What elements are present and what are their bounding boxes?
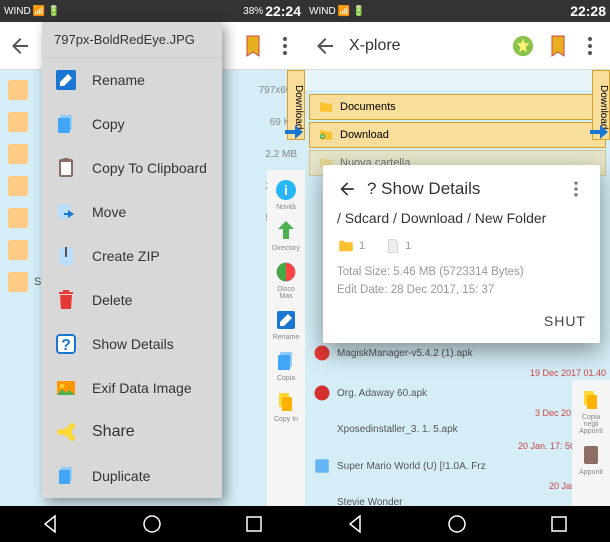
sidebar-item[interactable]: Disco Mas: [270, 260, 302, 300]
sidebar-item[interactable]: Directory: [270, 219, 302, 252]
context-menu: 797px-BoldRedEye.JPG Rename Copy Copy To…: [42, 22, 222, 498]
folder-row[interactable]: Documents: [309, 94, 606, 120]
menu-label: Copy: [92, 116, 125, 132]
file-row[interactable]: Org. Adaway 60.apk: [309, 378, 606, 408]
sidebar-item[interactable]: Copia negli Appunti: [575, 388, 607, 435]
menu-label: Copy To Clipboard: [92, 160, 207, 176]
info-icon: ?: [54, 332, 78, 356]
delete-icon: [54, 288, 78, 312]
menu-item-rename[interactable]: Rename: [42, 58, 222, 102]
status-time: 22:24: [265, 3, 301, 19]
left-screenshot: WIND 📶 🔋 38% 22:24 797px-BoldRedEye.JPG …: [0, 0, 305, 542]
menu-item-zip[interactable]: Create ZIP: [42, 234, 222, 278]
battery-label: 38%: [243, 6, 263, 17]
menu-label: Exif Data Image: [92, 380, 192, 396]
menu-label: Delete: [92, 292, 132, 308]
nav-home-icon[interactable]: [140, 512, 164, 536]
status-time: 22:28: [570, 3, 606, 19]
svg-text:?: ?: [61, 337, 71, 354]
menu-label: Rename: [92, 72, 145, 88]
menu-label: Show Details: [92, 336, 174, 352]
duplicate-icon: [54, 464, 78, 488]
nav-back-icon[interactable]: [344, 512, 368, 536]
size-line: Total Size: 5.46 MB (5723314 Bytes): [337, 263, 586, 281]
rename-icon: [54, 68, 78, 92]
nav-bar: [305, 506, 610, 542]
share-icon: [54, 420, 78, 444]
overflow-menu-icon[interactable]: [578, 34, 602, 58]
nav-home-icon[interactable]: [445, 512, 469, 536]
menu-label: Duplicate: [92, 468, 150, 484]
dialog-title: ? Show Details: [367, 179, 566, 199]
date-line: Edit Date: 28 Dec 2017, 15: 37: [337, 281, 586, 299]
carrier-label: WIND: [309, 6, 336, 17]
back-icon[interactable]: [8, 34, 32, 58]
menu-label: Create ZIP: [92, 248, 160, 264]
file-count: 1: [385, 237, 411, 255]
menu-item-exif[interactable]: Exif Data Image: [42, 366, 222, 410]
exif-icon: [54, 376, 78, 400]
nav-recent-icon[interactable]: [547, 512, 571, 536]
carrier-label: WIND: [4, 6, 31, 17]
nav-back-icon[interactable]: [39, 512, 63, 536]
sidebar: Copia negli Appunti Appunti: [572, 380, 610, 512]
sidebar-item[interactable]: Appunti: [575, 443, 607, 476]
dialog-path: / Sdcard / Download / New Folder: [337, 209, 586, 229]
page-title: X-plore: [349, 37, 508, 55]
svg-text:i: i: [284, 182, 288, 198]
menu-item-details[interactable]: ? Show Details: [42, 322, 222, 366]
move-icon: [54, 200, 78, 224]
sidebar-item[interactable]: iNovità: [270, 178, 302, 211]
sidebar: iNovità Directory Disco Mas Rename Copia…: [267, 170, 305, 512]
file-row[interactable]: Super Mario World (U) [!1.0A. Frz: [309, 451, 606, 481]
nav-bar: [0, 506, 305, 542]
details-dialog: ? Show Details / Sdcard / Download / New…: [323, 165, 600, 343]
folder-row[interactable]: Download: [309, 122, 606, 148]
overflow-menu-icon[interactable]: [273, 34, 297, 58]
dialog-close-button[interactable]: SHUT: [337, 313, 586, 329]
status-icons: 📶 🔋: [33, 6, 61, 17]
menu-item-duplicate[interactable]: Duplicate: [42, 454, 222, 498]
back-icon[interactable]: [313, 34, 337, 58]
menu-header: 797px-BoldRedEye.JPG: [42, 22, 222, 58]
menu-label: Share: [92, 423, 135, 441]
sidebar-item[interactable]: Rename: [270, 308, 302, 341]
menu-item-share[interactable]: Share: [42, 410, 222, 454]
file-row[interactable]: Xposedinstaller_3. 1. 5.apk: [309, 418, 606, 441]
zip-icon: [54, 244, 78, 268]
star-icon[interactable]: [512, 35, 534, 57]
copy-icon: [54, 112, 78, 136]
dialog-overflow-icon[interactable]: [566, 179, 586, 199]
clipboard-icon: [54, 156, 78, 180]
folder-count: 1: [337, 237, 365, 255]
bookmark-icon[interactable]: [546, 34, 570, 58]
status-bar: WIND 📶 🔋 38% 22:24: [0, 0, 305, 22]
sidebar-item[interactable]: Copia: [270, 349, 302, 382]
bookmark-icon[interactable]: [241, 34, 265, 58]
menu-item-move[interactable]: Move: [42, 190, 222, 234]
right-screenshot: WIND 📶 🔋 22:28 X-plore Download Document…: [305, 0, 610, 542]
menu-item-clipboard[interactable]: Copy To Clipboard: [42, 146, 222, 190]
nav-recent-icon[interactable]: [242, 512, 266, 536]
app-bar: X-plore: [305, 22, 610, 70]
dialog-back-icon[interactable]: [337, 179, 357, 199]
arrow-right-icon: [281, 120, 305, 144]
arrow-right-icon: [586, 120, 610, 144]
sidebar-item[interactable]: Copy In: [270, 390, 302, 423]
menu-item-copy[interactable]: Copy: [42, 102, 222, 146]
status-icons: 📶 🔋: [338, 6, 366, 17]
status-bar: WIND 📶 🔋 22:28: [305, 0, 610, 22]
menu-label: Move: [92, 204, 126, 220]
menu-item-delete[interactable]: Delete: [42, 278, 222, 322]
